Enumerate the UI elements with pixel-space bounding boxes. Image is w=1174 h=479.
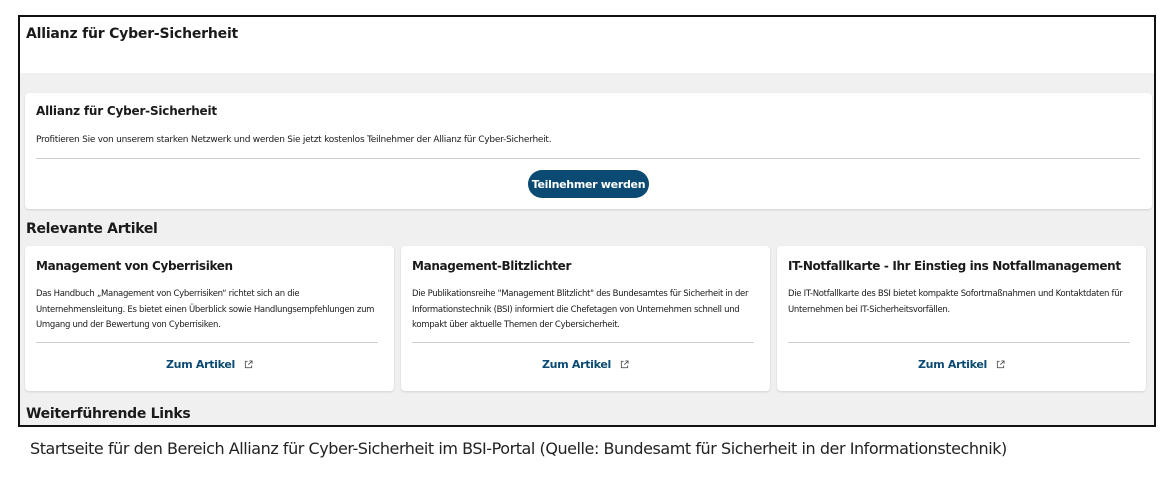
section-title-links: Weiterführende Links (26, 406, 191, 422)
article-card-divider (36, 342, 378, 343)
article-card-title: IT-Notfallkarte - Ihr Einstieg ins Notfa… (788, 259, 1121, 273)
banner-title: Allianz für Cyber-Sicherheit (36, 104, 217, 118)
page-title: Allianz für Cyber-Sicherheit (26, 26, 239, 42)
external-link-icon (244, 360, 253, 369)
article-link-label: Zum Artikel (541, 358, 612, 371)
article-card-divider (788, 342, 1130, 343)
article-card-management-flashlights: Management-Blitzlichter Die Publikations… (401, 246, 770, 391)
article-card-text: Das Handbuch „Management von Cyberrisike… (36, 289, 375, 330)
banner-text: Profitieren Sie von unserem starken Netz… (36, 135, 552, 145)
article-link-it-emergency-card[interactable]: Zum Artikel (777, 358, 1146, 371)
section-title-articles: Relevante Artikel (26, 221, 158, 237)
article-card-it-emergency-card: IT-Notfallkarte - Ihr Einstieg ins Notfa… (777, 246, 1146, 391)
external-link-icon (996, 360, 1005, 369)
figure-caption: Startseite für den Bereich Allianz für C… (30, 439, 1007, 458)
article-card-divider (412, 342, 754, 343)
external-link-icon (620, 360, 629, 369)
article-card-title: Management von Cyberrisiken (36, 259, 233, 273)
article-link-management-flashlights[interactable]: Zum Artikel (401, 358, 770, 371)
article-card-title: Management-Blitzlichter (412, 259, 572, 273)
page-header: Allianz für Cyber-Sicherheit (20, 17, 1154, 73)
article-card-text: Die IT-Notfallkarte des BSI bietet kompa… (788, 289, 1123, 315)
article-card-text: Die Publikationsreihe "Management Blitzl… (412, 289, 749, 330)
banner-divider (36, 158, 1140, 159)
article-link-cyber-risks[interactable]: Zum Artikel (25, 358, 394, 371)
screenshot-frame: Allianz für Cyber-Sicherheit Allianz für… (18, 15, 1156, 427)
article-card-cyber-risks: Management von Cyberrisiken Das Handbuch… (25, 246, 394, 391)
membership-banner: Allianz für Cyber-Sicherheit Profitieren… (25, 93, 1152, 209)
become-member-button[interactable]: Teilnehmer werden (528, 170, 649, 198)
article-link-label: Zum Artikel (165, 358, 236, 371)
article-link-label: Zum Artikel (917, 358, 988, 371)
